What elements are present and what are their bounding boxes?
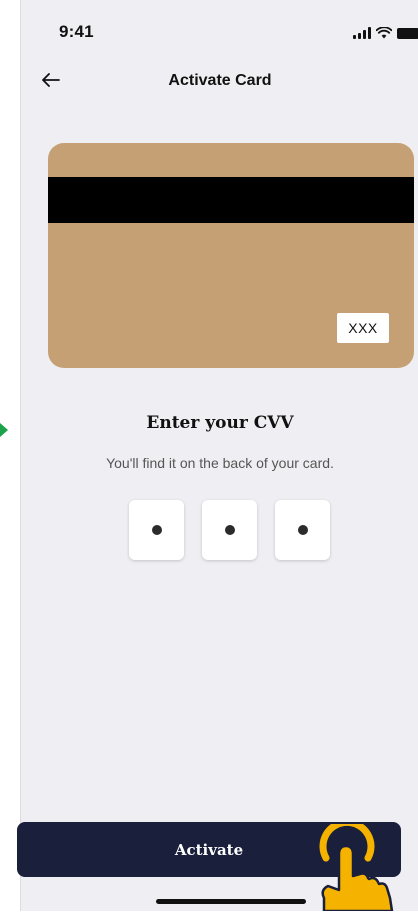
masked-digit-dot xyxy=(151,525,162,535)
cvv-subtext: You'll find it on the back of your card. xyxy=(106,455,334,471)
tap-gesture-icon xyxy=(312,818,402,913)
cvv-heading: Enter your CVV xyxy=(146,413,294,433)
masked-digit-dot xyxy=(224,525,235,535)
status-icons xyxy=(353,26,418,40)
home-indicator xyxy=(156,899,306,904)
magnetic-stripe xyxy=(48,177,414,223)
signal-icon xyxy=(353,27,371,39)
masked-digit-dot xyxy=(297,525,308,535)
cvv-digit-2[interactable] xyxy=(202,500,257,560)
status-time: 9:41 xyxy=(59,22,94,41)
battery-icon xyxy=(397,27,418,39)
page-title: Activate Card xyxy=(168,72,272,89)
step-marker-icon xyxy=(0,423,8,437)
cvv-location-box: XXX xyxy=(337,313,389,343)
card-back-illustration: XXX xyxy=(48,143,414,368)
cvv-input[interactable] xyxy=(129,500,330,560)
cvv-digit-1[interactable] xyxy=(129,500,184,560)
wifi-icon xyxy=(376,27,392,39)
cvv-digit-3[interactable] xyxy=(275,500,330,560)
phone-screen: 9:41 Activate Card XXX Enter your CVV Yo… xyxy=(20,0,418,911)
